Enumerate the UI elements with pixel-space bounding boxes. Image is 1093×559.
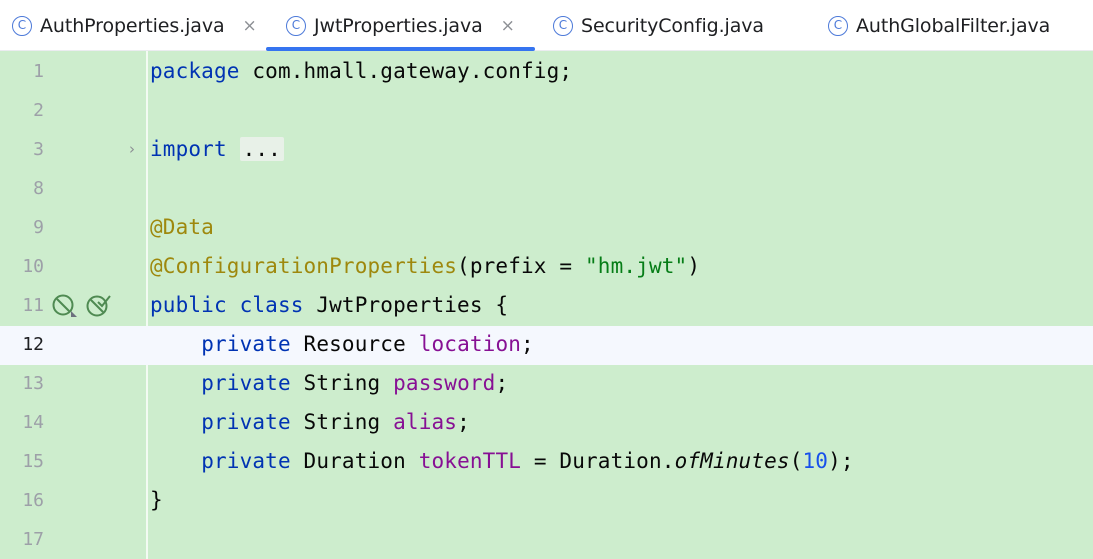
- line-number: 15: [22, 451, 44, 472]
- line-number: 14: [22, 412, 44, 433]
- code-line[interactable]: 16 }: [0, 482, 1093, 521]
- tab-label: JwtProperties.java: [314, 14, 483, 37]
- tab-label: AuthProperties.java: [40, 14, 225, 37]
- code-line[interactable]: 14 private String alias;: [0, 404, 1093, 443]
- code-line[interactable]: 11 public class JwtProperties {: [0, 287, 1093, 326]
- tab-auth-global-filter[interactable]: C AuthGlobalFilter.java: [828, 0, 1050, 51]
- line-number: 16: [22, 490, 44, 511]
- tab-label: SecurityConfig.java: [581, 14, 764, 37]
- code-line[interactable]: 15 private Duration tokenTTL = Duration.…: [0, 443, 1093, 482]
- code-text: public class JwtProperties {: [150, 293, 509, 317]
- code-line[interactable]: 1 package com.hmall.gateway.config;: [0, 53, 1093, 92]
- line-number: 2: [33, 100, 44, 121]
- line-number: 9: [33, 217, 44, 238]
- code-line[interactable]: 8: [0, 170, 1093, 209]
- tab-auth-properties[interactable]: C AuthProperties.java ×: [12, 0, 257, 51]
- code-text: private Duration tokenTTL = Duration.ofM…: [201, 449, 854, 473]
- code-line[interactable]: 10 @ConfigurationProperties(prefix = "hm…: [0, 248, 1093, 287]
- code-line[interactable]: 2: [0, 92, 1093, 131]
- bean-check-icon[interactable]: [84, 292, 112, 320]
- code-text: private Resource location;: [201, 332, 534, 356]
- code-line[interactable]: 13 private String password;: [0, 365, 1093, 404]
- line-number: 12: [22, 334, 44, 355]
- line-number: 13: [22, 373, 44, 394]
- class-icon: C: [828, 15, 848, 36]
- line-number: 10: [22, 256, 44, 277]
- folded-imports[interactable]: ...: [239, 137, 284, 161]
- code-text: package com.hmall.gateway.config;: [150, 59, 573, 83]
- code-text: private String password;: [201, 371, 509, 395]
- editor-tab-bar: C AuthProperties.java × C JwtProperties.…: [0, 0, 1093, 51]
- line-number: 3: [33, 139, 44, 160]
- code-text: }: [150, 488, 163, 512]
- code-line[interactable]: 9 @Data: [0, 209, 1093, 248]
- close-icon[interactable]: ×: [243, 16, 257, 36]
- code-editor[interactable]: 1 package com.hmall.gateway.config; 2 3 …: [0, 51, 1093, 559]
- code-line[interactable]: 17: [0, 521, 1093, 559]
- line-number: 8: [33, 178, 44, 199]
- code-line[interactable]: 3 › import ...: [0, 131, 1093, 170]
- code-text: import ...: [150, 137, 284, 161]
- tab-security-config[interactable]: C SecurityConfig.java: [553, 0, 764, 51]
- class-icon: C: [12, 15, 32, 36]
- tab-label: AuthGlobalFilter.java: [856, 14, 1051, 37]
- class-icon: C: [286, 15, 306, 36]
- code-text: @Data: [150, 215, 214, 239]
- line-number: 11: [22, 295, 44, 316]
- code-line-current[interactable]: 12 private Resource location;: [0, 326, 1093, 365]
- code-text: @ConfigurationProperties(prefix = "hm.jw…: [150, 254, 701, 278]
- tab-jwt-properties[interactable]: C JwtProperties.java ×: [266, 0, 535, 51]
- class-icon: C: [553, 15, 573, 36]
- line-number: 17: [22, 529, 44, 550]
- fold-arrow-icon[interactable]: ›: [129, 140, 135, 158]
- code-text: private String alias;: [201, 410, 470, 434]
- close-icon[interactable]: ×: [501, 16, 515, 36]
- line-number: 1: [33, 61, 44, 82]
- bean-disabled-icon[interactable]: [50, 292, 78, 320]
